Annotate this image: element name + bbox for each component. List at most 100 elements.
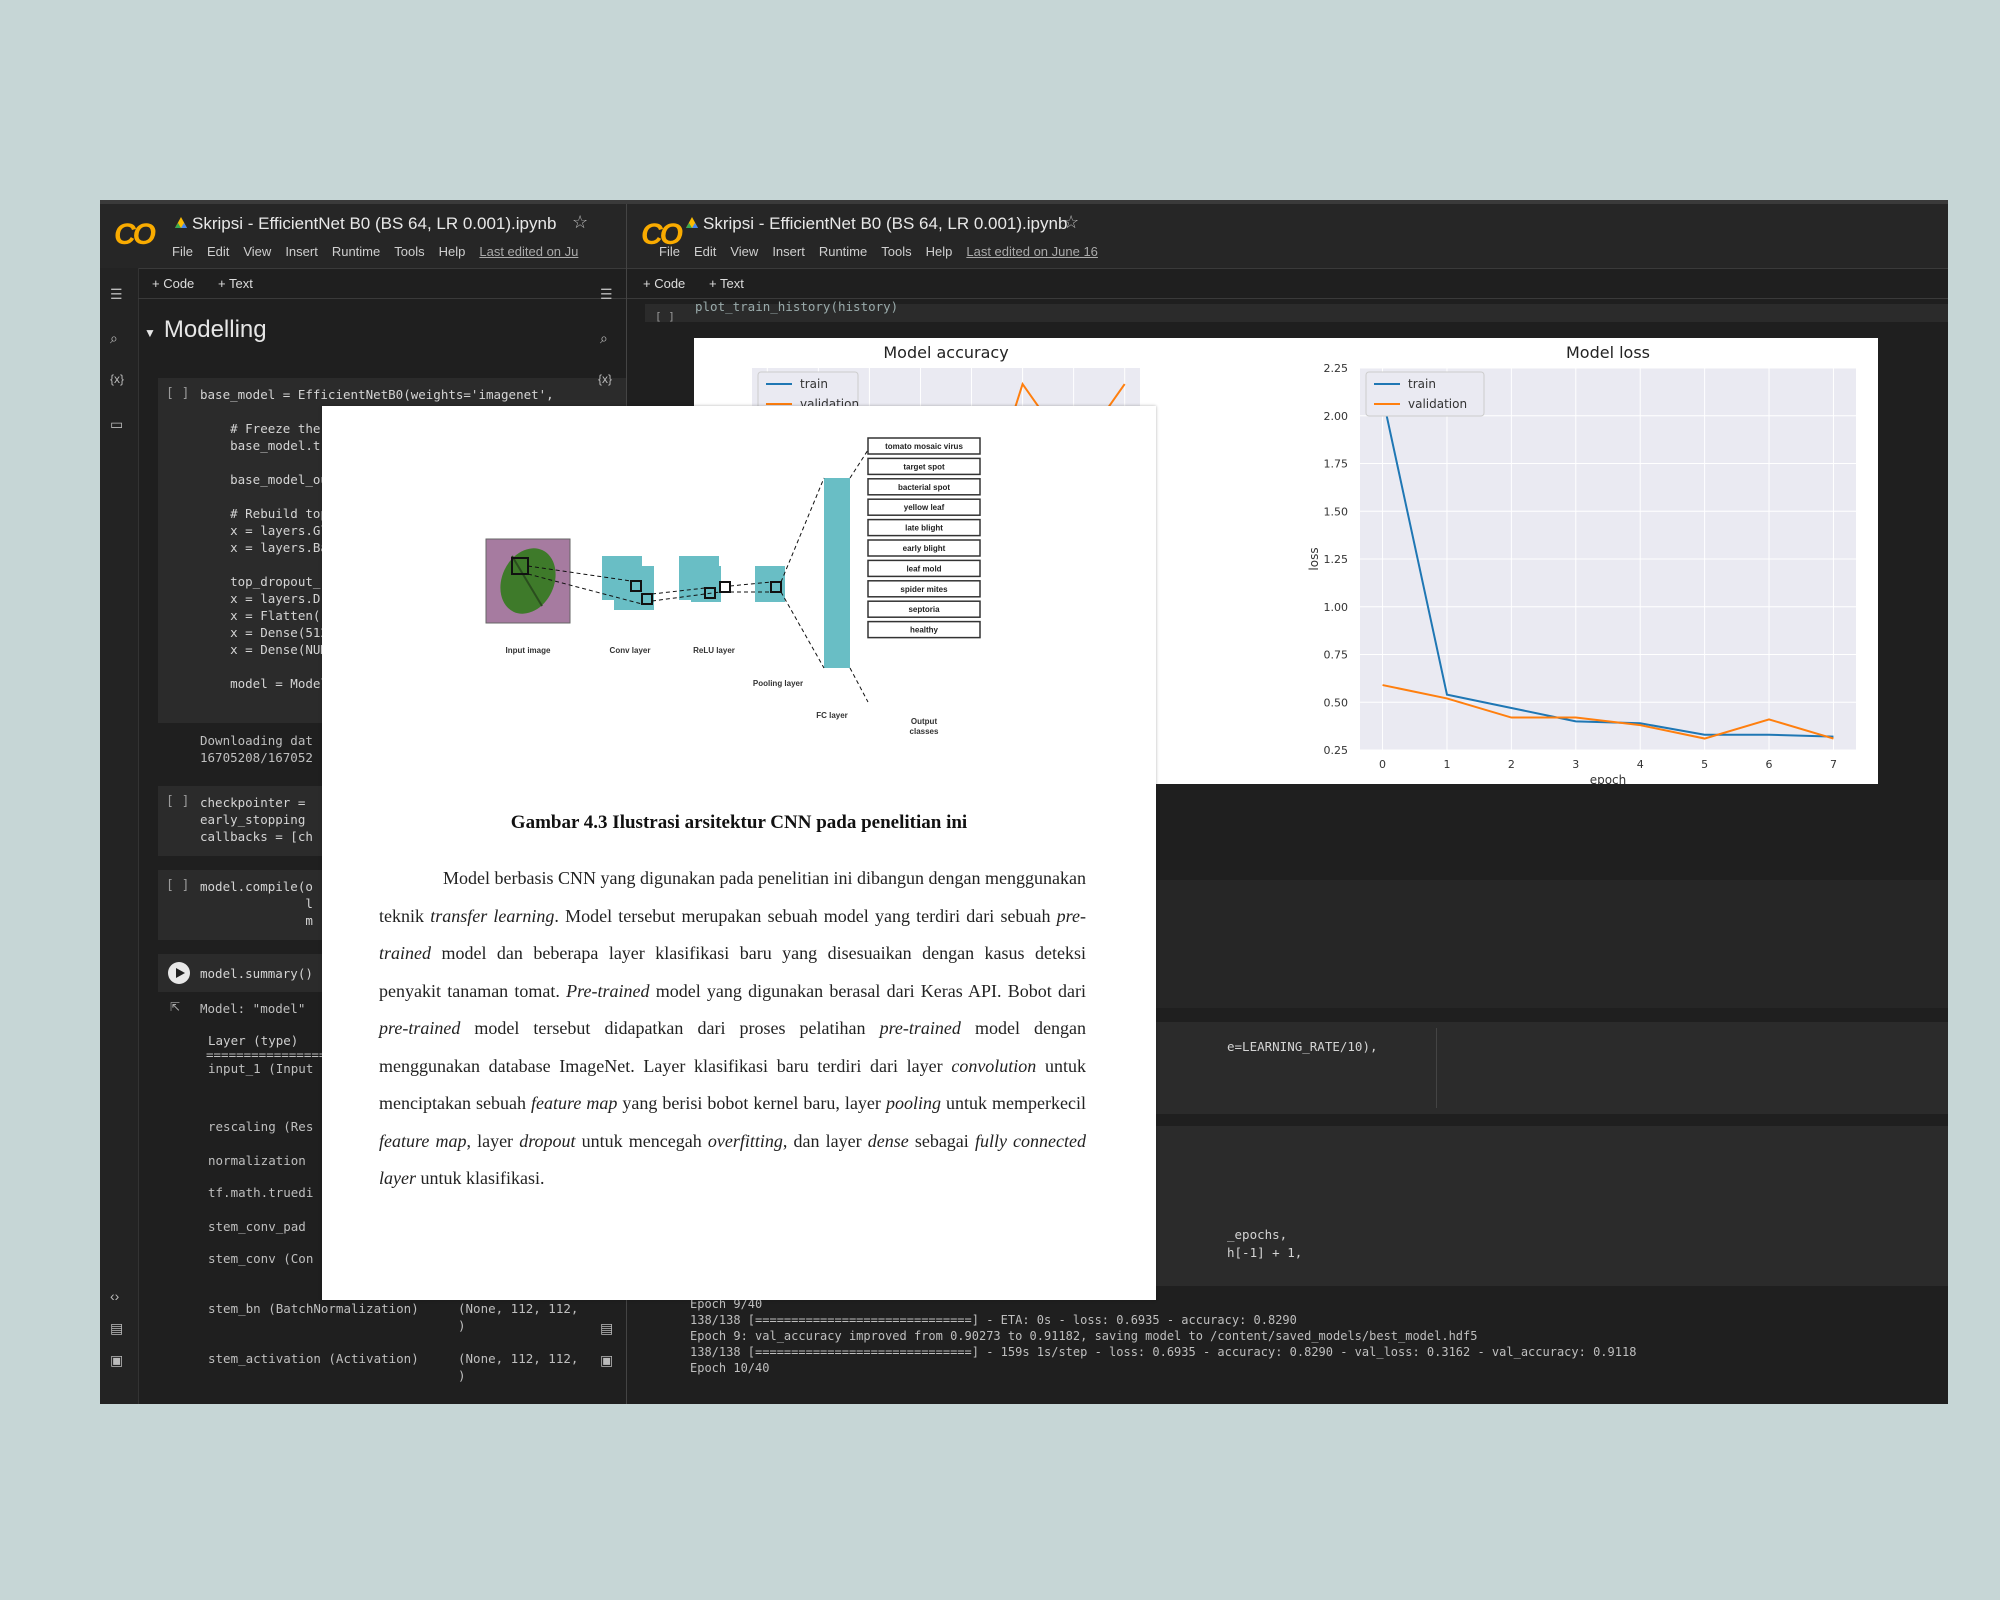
cell-run-bracket[interactable]: [ ]: [166, 878, 189, 893]
paragraph-text: . Model tersebut merupakan sebuah model …: [554, 905, 1057, 926]
output-actions-icon[interactable]: ⇱: [170, 1000, 180, 1014]
log-line: 138/138 [==============================]…: [690, 1313, 1297, 1327]
italic-term: feature map: [531, 1093, 618, 1113]
run-cell-button[interactable]: [168, 962, 190, 984]
last-edited-link[interactable]: Last edited on June 16: [966, 244, 1098, 259]
y-tick-label: 1.75: [1324, 458, 1349, 471]
cell-code[interactable]: plot_train_history(history): [695, 298, 898, 315]
command-bar: + Code + Text: [627, 268, 1948, 299]
variables-icon[interactable]: {x}: [110, 372, 124, 386]
thesis-document-page: tomato mosaic virus target spot bacterial …: [322, 406, 1156, 1300]
y-tick-label: 1.50: [1324, 505, 1349, 518]
x-tick-label: 4: [1637, 758, 1644, 771]
cell-code[interactable]: model.compile(o l m: [200, 878, 313, 929]
output-class-label: target spot: [903, 462, 945, 471]
summary-row: tf.math.truedi: [208, 1185, 314, 1200]
menu-insert[interactable]: Insert: [772, 244, 805, 259]
output-class-label: late blight: [905, 524, 943, 533]
colab-logo[interactable]: CO: [114, 218, 156, 252]
notebook-title[interactable]: Skripsi - EfficientNet B0 (BS 64, LR 0.0…: [192, 214, 556, 234]
last-edited-link[interactable]: Last edited on Ju: [479, 244, 578, 259]
body-paragraph: Model berbasis CNN yang digunakan pada p…: [379, 860, 1086, 1198]
cell-run-bracket[interactable]: [ ]: [166, 794, 189, 809]
collapse-icon[interactable]: ▼: [144, 326, 156, 340]
code-snippets-icon[interactable]: ‹›: [110, 1288, 119, 1304]
cell-code[interactable]: h[-1] + 1,: [1227, 1244, 1302, 1261]
summary-row: rescaling (Res: [208, 1119, 314, 1134]
italic-term: pre-trained: [879, 1018, 961, 1038]
star-icon[interactable]: ☆: [1063, 212, 1079, 233]
code-cell[interactable]: [ ] plot_train_history(history): [645, 299, 1948, 323]
output-class-label: leaf mold: [906, 564, 941, 573]
menu-runtime[interactable]: Runtime: [332, 244, 380, 259]
paragraph-text: , dan layer: [782, 1130, 868, 1151]
y-axis-label: loss: [1307, 547, 1321, 570]
summary-row: normalization: [208, 1153, 306, 1168]
variables-icon[interactable]: {x}: [598, 372, 612, 386]
output-class-label: yellow leaf: [904, 503, 945, 512]
menu-tools[interactable]: Tools: [881, 244, 911, 259]
menu-help[interactable]: Help: [926, 244, 953, 259]
x-tick-label: 5: [1701, 758, 1708, 771]
x-tick-label: 2: [1508, 758, 1515, 771]
paragraph-text: sebagai: [908, 1130, 975, 1151]
y-tick-label: 1.00: [1324, 601, 1349, 614]
add-text-button[interactable]: + Text: [218, 276, 253, 291]
add-text-button[interactable]: + Text: [709, 276, 744, 291]
cnn-architecture-diagram: tomato mosaic virus target spot bacterial …: [485, 437, 981, 736]
search-icon[interactable]: ⌕: [110, 330, 118, 347]
chart-title: Model accuracy: [883, 343, 1008, 362]
terminal-icon[interactable]: ▣: [110, 1352, 123, 1369]
menu-insert[interactable]: Insert: [285, 244, 318, 259]
menu-bar: File Edit View Insert Runtime Tools Help Last e…: [659, 244, 1112, 259]
log-line: Epoch 10/40: [690, 1361, 770, 1375]
toc-icon[interactable]: ☰: [110, 286, 123, 303]
menu-file[interactable]: File: [659, 244, 680, 259]
star-icon[interactable]: ☆: [572, 212, 588, 233]
menu-view[interactable]: View: [243, 244, 271, 259]
cell-run-bracket[interactable]: [ ]: [166, 386, 189, 401]
paragraph-text: untuk memperkecil: [940, 1093, 1086, 1113]
summary-row: input_1 (Input: [208, 1061, 314, 1076]
menu-bar: File Edit View Insert Runtime Tools Help Last e…: [172, 244, 592, 259]
diagram-label: Input image: [506, 646, 551, 655]
cell-run-bracket[interactable]: [ ]: [655, 310, 675, 323]
menu-runtime[interactable]: Runtime: [819, 244, 867, 259]
y-tick-label: 0.50: [1324, 696, 1349, 709]
command-palette-icon[interactable]: ▤: [110, 1320, 123, 1337]
y-tick-label: 2.00: [1324, 410, 1349, 423]
diagram-label: ReLU layer: [693, 646, 735, 655]
search-icon[interactable]: ⌕: [600, 330, 608, 347]
add-code-button[interactable]: + Code: [152, 276, 194, 291]
legend-label: train: [1408, 377, 1436, 391]
menu-view[interactable]: View: [730, 244, 758, 259]
output-class-label: spider mites: [900, 585, 948, 594]
cell-code[interactable]: e=LEARNING_RATE/10),: [1227, 1038, 1378, 1055]
google-drive-icon: [175, 217, 187, 228]
left-rail: ☰ ⌕ {x} ▭ ‹› ▤ ▣: [100, 268, 139, 1404]
training-log: Epoch 9/40 138/138 [====================…: [690, 1296, 1636, 1376]
terminal-icon[interactable]: ▣: [600, 1352, 613, 1369]
summary-row: stem_activation (Activation): [208, 1351, 419, 1366]
files-icon[interactable]: ▭: [110, 416, 123, 433]
output-class-label: bacterial spot: [898, 483, 950, 492]
legend-label: train: [800, 377, 828, 391]
notebook-title[interactable]: Skripsi - EfficientNet B0 (BS 64, LR 0.0…: [703, 214, 1067, 234]
menu-tools[interactable]: Tools: [394, 244, 424, 259]
chart-title: Model loss: [1566, 343, 1650, 362]
output-class-label: healthy: [910, 626, 939, 635]
menu-file[interactable]: File: [172, 244, 193, 259]
summary-shape: (None, 112, 112, ): [458, 1301, 579, 1333]
cell-code[interactable]: checkpointer = early_stopping callbacks …: [200, 794, 313, 845]
italic-term: dense: [867, 1130, 909, 1151]
menu-edit[interactable]: Edit: [694, 244, 716, 259]
cell-code[interactable]: model.summary(): [200, 965, 313, 982]
toc-icon[interactable]: ☰: [600, 286, 613, 303]
menu-edit[interactable]: Edit: [207, 244, 229, 259]
italic-term: transfer learning: [430, 905, 555, 926]
cell-code[interactable]: _epochs,: [1227, 1226, 1287, 1243]
command-palette-icon[interactable]: ▤: [600, 1320, 613, 1337]
add-code-button[interactable]: + Code: [643, 276, 685, 291]
menu-help[interactable]: Help: [439, 244, 466, 259]
paragraph-text: yang berisi bobot kernel baru, layer: [617, 1093, 886, 1113]
